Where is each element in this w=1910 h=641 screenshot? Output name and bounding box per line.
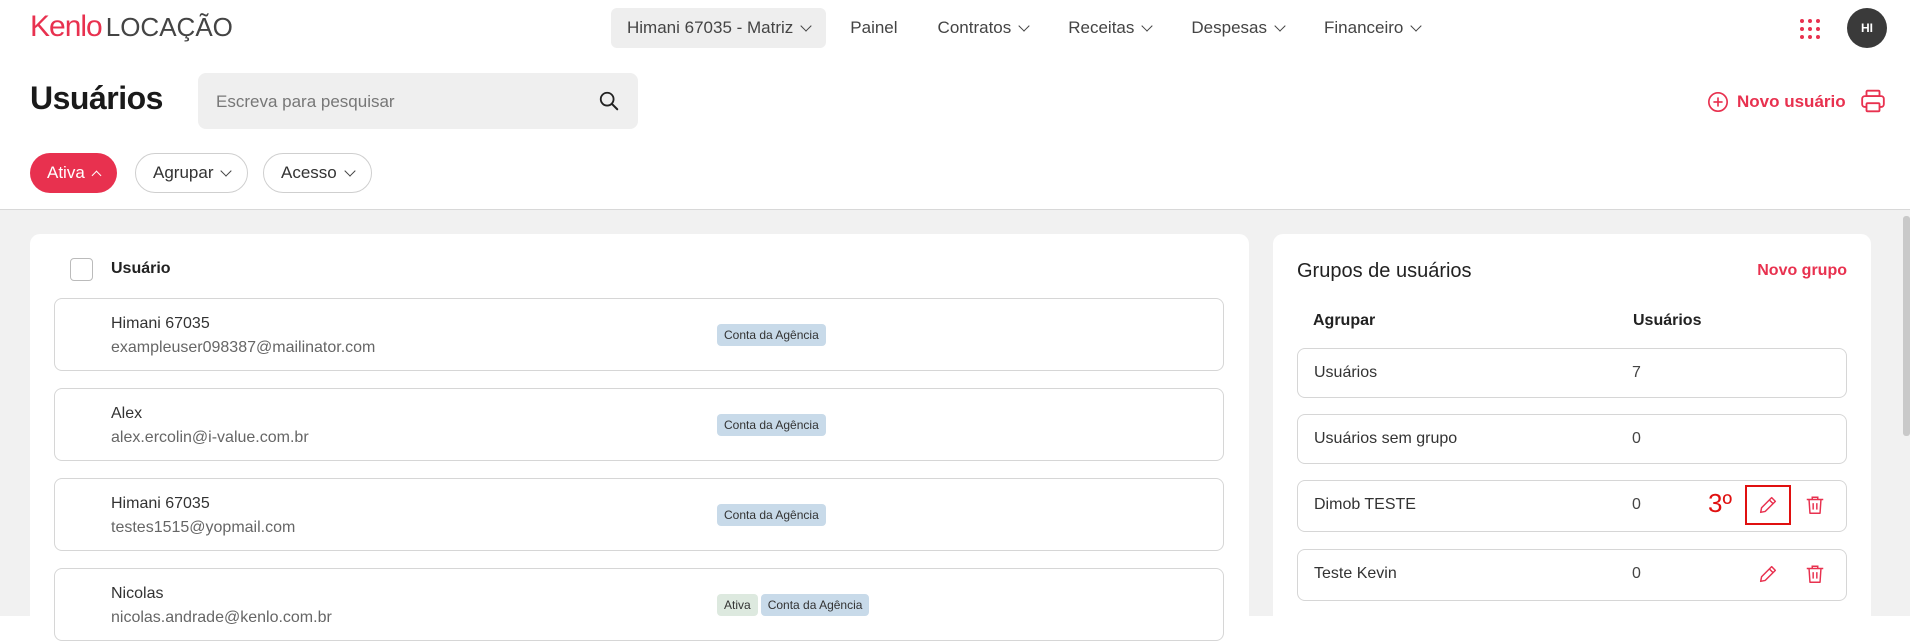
nav-item-contratos[interactable]: Contratos [918,8,1049,48]
user-badges: Conta da Agência [717,324,826,346]
group-column-header: Agrupar [1313,312,1376,329]
top-bar: Kenlo LOCAÇÃO Himani 67035 - Matriz Pain… [0,0,1910,56]
agency-label: Himani 67035 - Matriz [627,18,794,37]
group-name: Usuários sem grupo [1314,430,1458,447]
edit-group-button[interactable] [1745,554,1791,594]
new-group-button[interactable]: Novo grupo [1757,262,1847,280]
user-row[interactable]: Himani 67035 exampleuser098387@mailinato… [54,298,1224,371]
chevron-down-icon [1410,19,1423,32]
filter-access-label: Acesso [281,163,337,182]
user-row[interactable]: Himani 67035 testes1515@yopmail.com Cont… [54,478,1224,551]
user-email: alex.ercolin@i-value.com.br [111,429,309,446]
user-badges: Conta da Agência [717,504,826,526]
user-name: Alex [111,405,143,422]
account-badge: Conta da Agência [717,324,826,346]
search-input[interactable] [214,73,588,131]
user-badges: Ativa Conta da Agência [717,594,870,616]
group-row[interactable]: Teste Kevin 0 [1297,549,1847,601]
filter-active-pill[interactable]: Ativa [30,153,117,193]
group-row[interactable]: Dimob TESTE 0 3º [1297,480,1847,532]
trash-icon [1806,496,1824,514]
groups-title: Grupos de usuários [1297,260,1472,282]
filter-group-label: Agrupar [153,163,214,182]
delete-group-button[interactable] [1795,554,1835,594]
users-panel: Usuário Himani 67035 exampleuser098387@m… [30,234,1249,641]
user-name: Nicolas [111,585,164,602]
user-badges: Conta da Agência [717,414,826,436]
group-count: 7 [1632,364,1641,381]
page-title: Usuários [30,80,163,116]
scrollbar-thumb[interactable] [1903,216,1910,436]
users-count-column-header: Usuários [1633,312,1702,329]
pencil-icon [1759,565,1777,583]
nav-item-label: Painel [850,18,898,37]
filter-active-label: Ativa [47,163,85,182]
group-row[interactable]: Usuários sem grupo 0 [1297,414,1847,464]
delete-group-button[interactable] [1795,485,1835,525]
edit-group-button[interactable] [1745,485,1791,525]
chevron-down-icon [1274,19,1286,32]
search-box [198,73,638,131]
filter-group-pill[interactable]: Agrupar [135,153,249,193]
search-icon[interactable] [598,90,620,112]
status-badge: Ativa [717,594,758,616]
user-email: testes1515@yopmail.com [111,519,296,536]
account-badge: Conta da Agência [717,504,826,526]
new-user-button[interactable]: Novo usuário [1707,91,1846,113]
chevron-down-icon [1141,19,1154,32]
plus-circle-icon [1708,92,1728,112]
chevron-down-icon [344,164,356,177]
user-name: Himani 67035 [111,495,210,512]
new-user-label: Novo usuário [1737,92,1846,111]
select-all-checkbox[interactable] [70,258,93,281]
avatar[interactable]: HI [1847,8,1887,48]
chevron-down-icon [800,19,812,32]
group-row[interactable]: Usuários 7 [1297,348,1847,398]
agency-selector[interactable]: Himani 67035 - Matriz [611,8,827,48]
user-row[interactable]: Alex alex.ercolin@i-value.com.br Conta d… [54,388,1224,461]
pencil-icon [1759,496,1777,514]
product-name: LOCAÇÃO [105,12,233,42]
printer-icon[interactable] [1860,88,1886,114]
group-name: Usuários [1314,364,1378,381]
user-email: nicolas.andrade@kenlo.com.br [111,609,332,626]
group-count: 0 [1632,565,1641,582]
users-column-header: Usuário [111,260,171,277]
kenlo-logo[interactable]: Kenlo LOCAÇÃO [30,10,233,44]
nav-item-painel[interactable]: Painel [830,8,917,48]
nav-item-label: Despesas [1191,18,1267,37]
account-badge: Conta da Agência [760,594,870,616]
nav-item-label: Contratos [937,18,1012,37]
trash-icon [1806,565,1824,583]
user-name: Himani 67035 [111,315,210,332]
nav-item-financeiro[interactable]: Financeiro [1304,8,1440,48]
nav-item-receitas[interactable]: Receitas [1048,8,1171,48]
user-email: exampleuser098387@mailinator.com [111,339,376,356]
main-nav: Himani 67035 - Matriz Painel Contratos R… [611,8,1440,48]
user-row[interactable]: Nicolas nicolas.andrade@kenlo.com.br Ati… [54,568,1224,641]
group-count: 0 [1632,496,1641,513]
brand-name: Kenlo [30,10,103,43]
nav-item-label: Financeiro [1324,18,1404,37]
chevron-up-icon [91,170,102,180]
group-name: Teste Kevin [1314,565,1397,582]
group-count: 0 [1632,430,1641,447]
nav-item-despesas[interactable]: Despesas [1171,8,1304,48]
groups-panel: Grupos de usuários Novo grupo Agrupar Us… [1273,234,1871,634]
group-name: Dimob TESTE [1314,496,1416,513]
step-annotation: 3º [1708,488,1732,518]
account-badge: Conta da Agência [717,414,826,436]
filter-access-pill[interactable]: Acesso [263,153,372,193]
chevron-down-icon [1018,19,1030,32]
chevron-down-icon [220,164,233,177]
apps-grid-icon[interactable] [1800,19,1820,39]
nav-item-label: Receitas [1068,18,1135,37]
